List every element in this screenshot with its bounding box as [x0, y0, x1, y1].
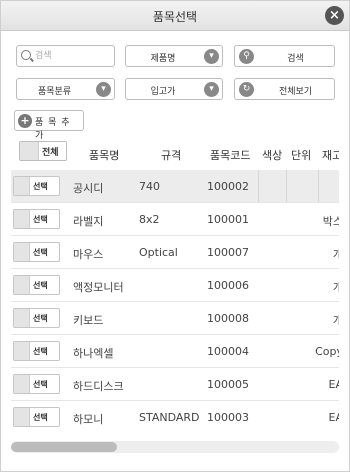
scrollbar-thumb[interactable]: [11, 442, 117, 452]
col-code-header[interactable]: 품목코드: [210, 147, 250, 163]
category-select-label: 품목분류: [37, 87, 72, 97]
cell-item-name: 마우스: [73, 248, 104, 261]
select-button[interactable]: 선택: [13, 209, 60, 229]
grid-header: 전체 품목명 규격 품목코드 색상 단위 재고: [11, 137, 339, 169]
cell-divider: [286, 170, 287, 203]
chevron-down-icon: ▾: [204, 82, 219, 97]
cell-unit: 개: [332, 281, 339, 294]
cell-item-code: 100001: [207, 213, 249, 226]
cell-item-code: 100008: [207, 312, 249, 325]
inout-select-label: 입고가: [150, 87, 176, 97]
table-row[interactable]: 선택 라벨지 8x2 100001 박스: [11, 203, 339, 236]
category-select[interactable]: 품목분류 ▾: [16, 78, 115, 100]
cell-item-code: 100003: [207, 411, 249, 424]
cell-item-code: 100005: [207, 378, 249, 391]
table-row[interactable]: 선택 공시디 740 100002: [11, 170, 339, 203]
cell-unit: EA: [328, 378, 339, 391]
dialog-title: 품목선택: [152, 10, 198, 24]
row-checkbox[interactable]: [14, 408, 30, 426]
cell-divider: [258, 170, 259, 203]
cell-item-name: 키보드: [73, 314, 104, 327]
chevron-down-icon: ▾: [96, 82, 111, 97]
row-checkbox[interactable]: [14, 375, 30, 393]
col-color-header[interactable]: 색상: [262, 147, 282, 163]
row-checkbox[interactable]: [14, 342, 30, 360]
chevron-down-icon: ▾: [204, 49, 219, 64]
search-input[interactable]: [16, 45, 115, 67]
table-row[interactable]: 선택 마우스 Optical 100007 개: [11, 236, 339, 269]
cell-spec: Optical: [139, 246, 178, 259]
col-stock-header[interactable]: 재고: [322, 147, 339, 163]
select-button-label: 선택: [33, 347, 48, 356]
table-row[interactable]: 선택 하드디스크 100005 EA: [11, 368, 339, 401]
cell-item-code: 100006: [207, 279, 249, 292]
search-button-label: 검색: [287, 54, 304, 64]
row-checkbox[interactable]: [14, 309, 30, 327]
close-icon[interactable]: ×: [325, 6, 344, 25]
view-all-label: 전체보기: [278, 87, 313, 97]
cell-spec: 740: [139, 180, 160, 193]
cell-item-code: 100002: [207, 180, 249, 193]
select-button-label: 선택: [33, 182, 48, 191]
select-button-label: 선택: [33, 314, 48, 323]
cell-item-name: 하나엑셀: [73, 347, 114, 360]
select-button[interactable]: 선택: [13, 407, 60, 427]
select-all-label: 전체: [42, 148, 59, 158]
col-spec-header[interactable]: 규격: [161, 147, 181, 163]
select-button[interactable]: 선택: [13, 275, 60, 295]
view-all-button[interactable]: ↻ 전체보기: [234, 78, 335, 100]
select-button[interactable]: 선택: [13, 341, 60, 361]
table-row[interactable]: 선택 하나엑셀 100004 Copy: [11, 335, 339, 368]
table-row[interactable]: 선택 키보드 100008 개: [11, 302, 339, 335]
horizontal-scrollbar[interactable]: [11, 441, 339, 453]
cell-spec: STANDARD: [139, 411, 200, 424]
table-row[interactable]: 선택 액정모니터 100006 개: [11, 269, 339, 302]
item-grid: 전체 품목명 규격 품목코드 색상 단위 재고 선택 공시디 740 100002 선택…: [11, 137, 339, 433]
cell-item-name: 하드디스크: [73, 380, 124, 393]
cell-unit: Copy: [315, 345, 339, 358]
field-select[interactable]: 제품명 ▾: [125, 45, 223, 67]
search-icon: [21, 50, 31, 60]
cell-item-code: 100004: [207, 345, 249, 358]
field-select-label: 제품명: [150, 54, 176, 64]
cell-unit: 개: [332, 248, 339, 261]
select-button[interactable]: 선택: [13, 308, 60, 328]
cell-item-name: 공시디: [73, 182, 104, 195]
row-checkbox[interactable]: [14, 177, 30, 195]
col-name-header[interactable]: 품목명: [89, 147, 119, 163]
search-icon: ⚲: [239, 49, 254, 64]
select-button-label: 선택: [33, 215, 48, 224]
cell-unit: EA: [328, 411, 339, 424]
cell-unit: 박스: [322, 215, 339, 228]
table-row[interactable]: 선택 하모니 STANDARD 100003 EA: [11, 401, 339, 433]
dialog-titlebar: 품목선택 ×: [1, 1, 349, 31]
col-unit-header[interactable]: 단위: [291, 147, 311, 163]
select-button-label: 선택: [33, 281, 48, 290]
row-checkbox[interactable]: [14, 276, 30, 294]
item-select-dialog: 품목선택 × 제품명 ▾ ⚲ 검색 품목분류 ▾ 입고가 ▾ ↻ 전체보기 + …: [0, 0, 350, 472]
select-button[interactable]: 선택: [13, 242, 60, 262]
cell-item-code: 100007: [207, 246, 249, 259]
select-button[interactable]: 선택: [13, 374, 60, 394]
row-checkbox[interactable]: [14, 210, 30, 228]
cell-item-name: 액정모니터: [73, 281, 124, 294]
search-button[interactable]: ⚲ 검색: [234, 45, 335, 67]
select-button-label: 선택: [33, 380, 48, 389]
add-item-button[interactable]: + 품 목 추 가: [14, 110, 84, 141]
cell-item-name: 하모니: [73, 413, 104, 426]
cell-unit: 개: [332, 314, 339, 327]
cell-spec: 8x2: [139, 213, 160, 226]
cell-divider: [318, 170, 319, 203]
inout-select[interactable]: 입고가 ▾: [125, 78, 223, 100]
row-checkbox[interactable]: [14, 243, 30, 261]
select-button[interactable]: 선택: [13, 176, 60, 196]
select-button-label: 선택: [33, 413, 48, 422]
cell-item-name: 라벨지: [73, 215, 104, 228]
plus-icon: +: [18, 114, 32, 128]
select-button-label: 선택: [33, 248, 48, 257]
select-all-toggle[interactable]: 전체: [19, 141, 67, 161]
search-field[interactable]: [35, 49, 110, 63]
refresh-icon: ↻: [239, 82, 254, 97]
select-all-checkbox[interactable]: [20, 142, 39, 160]
